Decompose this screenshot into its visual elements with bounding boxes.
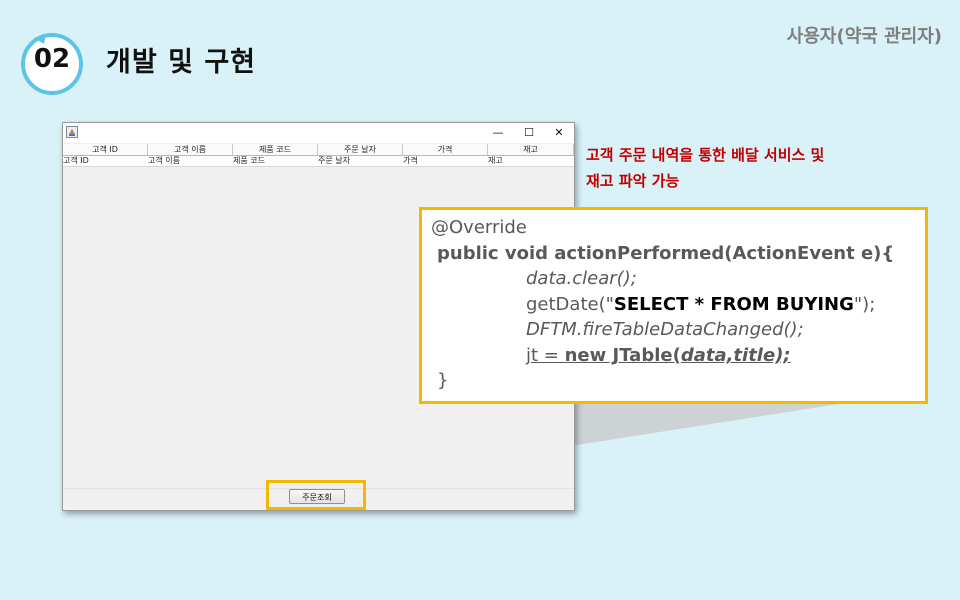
code-getdate-suffix: "); bbox=[853, 294, 876, 315]
code-method-signature: public void actionPerformed(ActionEvent … bbox=[437, 243, 895, 264]
close-button[interactable]: ✕ bbox=[544, 124, 574, 142]
table-cell[interactable]: 제품 코드 bbox=[233, 156, 318, 166]
description-line: 재고 파악 가능 bbox=[586, 172, 680, 190]
column-header[interactable]: 제품 코드 bbox=[233, 144, 318, 155]
code-line-getdate: getDate("SELECT * FROM BUYING"); bbox=[526, 294, 875, 316]
column-header[interactable]: 가격 bbox=[403, 144, 488, 155]
column-header[interactable]: 재고 bbox=[488, 144, 574, 155]
column-header[interactable]: 주문 날자 bbox=[318, 144, 403, 155]
code-annotation: @Override bbox=[431, 217, 527, 238]
code-getdate-prefix: getDate(" bbox=[526, 294, 614, 315]
table-cell[interactable]: 고객 이름 bbox=[148, 156, 233, 166]
code-jt-prefix: jt = bbox=[526, 345, 565, 366]
button-highlight-frame bbox=[266, 480, 366, 510]
code-line-clear: data.clear(); bbox=[526, 268, 637, 289]
code-callout: @Override public void actionPerformed(Ac… bbox=[419, 207, 928, 404]
code-sql-query: SELECT * FROM BUYING bbox=[613, 294, 854, 315]
code-closing-brace: } bbox=[437, 370, 449, 391]
description-line: 고객 주문 내역을 통한 배달 서비스 및 bbox=[586, 146, 825, 164]
code-jt-args: data,title); bbox=[680, 345, 791, 366]
table-cell[interactable]: 주문 날자 bbox=[318, 156, 403, 166]
table-cell[interactable]: 고객 ID bbox=[63, 156, 148, 166]
java-app-icon bbox=[66, 126, 78, 138]
code-line-jtable: jt = new JTable(data,title); bbox=[526, 345, 791, 367]
table-cell[interactable]: 재고 bbox=[488, 156, 574, 166]
maximize-button[interactable]: ☐ bbox=[514, 124, 544, 142]
table-cell[interactable]: 가격 bbox=[403, 156, 488, 166]
code-line-fire: DFTM.fireTableDataChanged(); bbox=[526, 319, 804, 340]
window-titlebar[interactable]: — ☐ ✕ bbox=[63, 123, 574, 143]
column-header[interactable]: 고객 이름 bbox=[148, 144, 233, 155]
minimize-button[interactable]: — bbox=[483, 124, 513, 142]
table-row[interactable]: 고객 ID 고객 이름 제품 코드 주문 날자 가격 재고 bbox=[63, 156, 574, 167]
column-header[interactable]: 고객 ID bbox=[63, 144, 148, 155]
table-header: 고객 ID 고객 이름 제품 코드 주문 날자 가격 재고 bbox=[63, 144, 574, 156]
feature-description: 고객 주문 내역을 통한 배달 서비스 및 재고 파악 가능 bbox=[586, 142, 931, 194]
code-jt-new: new JTable( bbox=[564, 345, 681, 366]
